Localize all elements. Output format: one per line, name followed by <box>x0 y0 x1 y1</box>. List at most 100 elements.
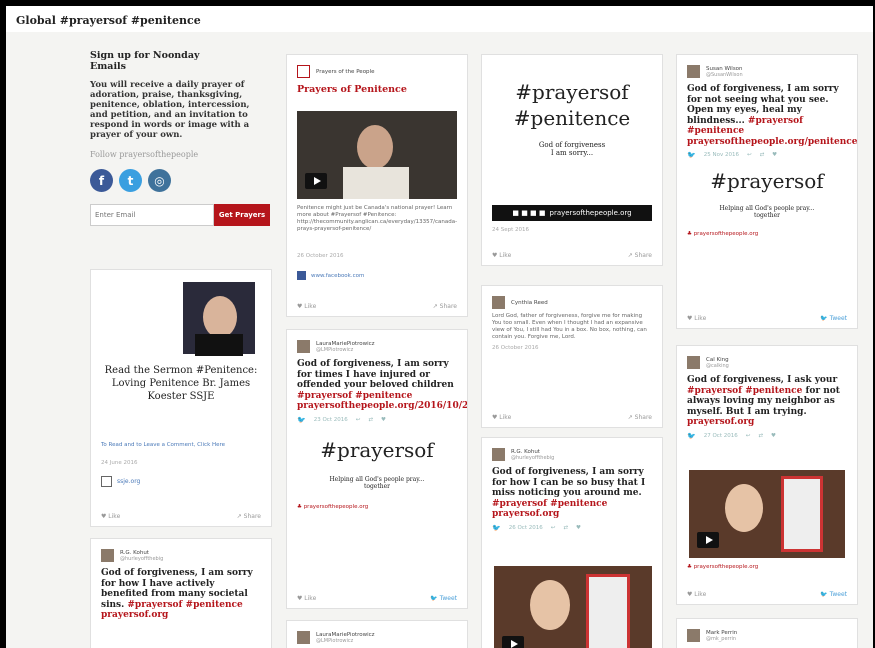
like-button[interactable]: ♥ Like <box>687 591 706 598</box>
rg-kohut-card-2[interactable]: R.G. Kohut @hurleyoffthebig God of forgiv… <box>481 437 663 648</box>
card-date: 26 October 2016 <box>297 253 344 259</box>
avatar <box>687 356 700 369</box>
card-header: LauraMariePiotrowicz @LMPiotrowicz <box>287 621 467 644</box>
play-icon[interactable] <box>697 532 719 548</box>
like-button[interactable]: ♥ Like <box>101 513 120 520</box>
tweet-button[interactable]: 🐦 Tweet <box>430 595 457 602</box>
share-button[interactable]: ↗ Share <box>433 303 457 310</box>
tweet-button[interactable]: 🐦 Tweet <box>820 591 847 598</box>
email-field[interactable] <box>90 204 214 226</box>
card-footer: ♥ Like 🐦 Tweet <box>687 315 847 322</box>
avatar <box>687 65 700 78</box>
twitter-icon[interactable]: t <box>119 169 142 192</box>
cynthia-reed-card[interactable]: Cynthia Reed Lord God, father of forgive… <box>481 285 663 428</box>
susan-wilson-card[interactable]: Susan Wilson @SusanWilson God of forgiven… <box>676 54 858 329</box>
rg-kohut-card-1[interactable]: R.G. Kohut @hurleyoffthebig God of forgiv… <box>90 538 272 648</box>
card-footer: ♥ Like 🐦 Tweet <box>297 595 457 602</box>
reply-icon[interactable]: ↩ <box>746 433 751 439</box>
card-footer: ♥ Like ↗ Share <box>492 252 652 259</box>
heart-icon[interactable]: ♥ <box>576 525 581 531</box>
facebook-link-row[interactable]: www.facebook.com <box>297 271 364 280</box>
card-header: R.G. Kohut @hurleyoffthebig <box>482 438 662 461</box>
sermon-date: 24 June 2016 <box>101 460 138 466</box>
sermon-domain-row[interactable]: ssje.org <box>101 476 140 487</box>
like-button[interactable]: ♥ Like <box>492 252 511 259</box>
prayersof-logo-text: #prayersof <box>320 437 434 462</box>
share-button[interactable]: ↗ Share <box>237 513 261 520</box>
graphic-url-bar: ■ ■ ■ ■ prayersofthepeople.org <box>492 205 652 221</box>
video-thumbnail[interactable] <box>494 566 652 648</box>
card-footer: ♥ Like 🐦 Tweet <box>687 591 847 598</box>
laura-marie-card-2[interactable]: LauraMariePiotrowicz @LMPiotrowicz <box>286 620 468 648</box>
reply-icon[interactable]: ↩ <box>551 525 556 531</box>
heart-icon[interactable]: ♥ <box>381 417 386 423</box>
email-signup-row: Get Prayers <box>90 204 280 226</box>
avatar <box>492 448 505 461</box>
prayers-of-penitence-card[interactable]: Prayers of the People Prayers of Peniten… <box>286 54 468 317</box>
retweet-icon[interactable]: ⇄ <box>368 417 373 423</box>
facebook-icon[interactable]: f <box>90 169 113 192</box>
card-footer: ♥ Like ↗ Share <box>492 414 652 421</box>
get-prayers-button[interactable]: Get Prayers <box>214 204 270 226</box>
laura-marie-card[interactable]: LauraMariePiotrowicz @LMPiotrowicz God of… <box>286 329 468 609</box>
signup-description: You will receive a daily prayer of adora… <box>90 80 250 140</box>
play-icon[interactable] <box>305 173 327 189</box>
social-icons: f t ◎ <box>90 169 280 192</box>
facebook-icon <box>297 271 306 280</box>
instagram-icon[interactable]: ◎ <box>148 169 171 192</box>
link-icon <box>101 476 112 487</box>
sermon-text: Read the Sermon #Penitence: Loving Penit… <box>104 365 258 402</box>
tweet-meta: 🐦 25 Nov 2016 ↩ ⇄ ♥ <box>687 151 778 159</box>
retweet-icon[interactable]: ⇄ <box>563 525 568 531</box>
tweet-text: God of forgiveness, I am sorry for times… <box>297 359 468 411</box>
cal-king-card[interactable]: Cal King @calking God of forgiveness, I a… <box>676 345 858 605</box>
graphic-small-1: God of forgiveness <box>538 141 606 149</box>
prayers-logo-icon <box>297 65 310 78</box>
avatar <box>297 340 310 353</box>
retweet-icon[interactable]: ⇄ <box>758 433 763 439</box>
share-button[interactable]: ↗ Share <box>628 414 652 421</box>
graphic-small-2: I am sorry... <box>550 149 594 157</box>
prayersof-link[interactable]: ♣ prayersofthepeople.org <box>677 227 857 237</box>
mark-perrin-card[interactable]: Mark Perrin @mk_perrin <box>676 618 858 648</box>
page: Global #prayersof #penitence Sign up for… <box>6 6 873 648</box>
like-button[interactable]: ♥ Like <box>297 303 316 310</box>
sermon-footer: ♥ Like ↗ Share <box>101 513 261 520</box>
twitter-icon: 🐦 <box>687 151 696 159</box>
avatar <box>492 296 505 309</box>
prayersof-link[interactable]: ♣ prayersofthepeople.org <box>677 560 768 570</box>
sermon-card[interactable]: Read the Sermon #Penitence: Loving Penit… <box>90 269 272 527</box>
card-header: Mark Perrin @mk_perrin <box>677 619 857 642</box>
card-header: LauraMariePiotrowicz @LMPiotrowicz <box>287 330 467 353</box>
reply-icon[interactable]: ↩ <box>747 152 752 158</box>
tweet-text: God of forgiveness, I ask your #prayerso… <box>687 375 840 427</box>
tweet-text: God of forgiveness, I am sorry for how I… <box>492 467 646 519</box>
prayersof-graphic-card[interactable]: #prayersof #penitence God of forgiveness… <box>481 54 663 266</box>
follow-link[interactable]: Follow prayersofthepeople <box>90 150 280 159</box>
card-date: 24 Sept 2016 <box>492 227 530 233</box>
avatar <box>297 631 310 644</box>
post-date: 26 October 2016 <box>492 345 539 351</box>
heart-icon[interactable]: ♥ <box>772 152 777 158</box>
share-button[interactable]: ↗ Share <box>628 252 652 259</box>
retweet-icon[interactable]: ⇄ <box>760 152 765 158</box>
video-thumbnail[interactable] <box>297 111 457 199</box>
top-bar: Global #prayersof #penitence <box>6 6 873 32</box>
prayersof-tagline: Helping all God's people pray... togethe… <box>329 475 425 490</box>
tweet-meta: 🐦 27 Oct 2016 ↩ ⇄ ♥ <box>687 431 776 440</box>
twitter-icon: 🐦 <box>492 523 501 532</box>
video-thumbnail[interactable] <box>689 470 845 558</box>
sermon-comment-link[interactable]: To Read and to Leave a Comment, Click He… <box>101 442 261 449</box>
reply-icon[interactable]: ↩ <box>356 417 361 423</box>
card-title[interactable]: Prayers of Penitence <box>287 78 467 95</box>
heart-icon[interactable]: ♥ <box>771 433 776 439</box>
tweet-button[interactable]: 🐦 Tweet <box>820 315 847 322</box>
like-button[interactable]: ♥ Like <box>492 414 511 421</box>
tweet-text: God of forgiveness, I am sorry for not s… <box>687 84 858 147</box>
play-icon[interactable] <box>502 636 524 648</box>
like-button[interactable]: ♥ Like <box>297 595 316 602</box>
graphic-line-2: #penitence <box>513 106 631 130</box>
site-title: Global #prayersof #penitence <box>16 14 201 27</box>
prayersof-link[interactable]: ♣ prayersofthepeople.org <box>287 500 467 510</box>
like-button[interactable]: ♥ Like <box>687 315 706 322</box>
